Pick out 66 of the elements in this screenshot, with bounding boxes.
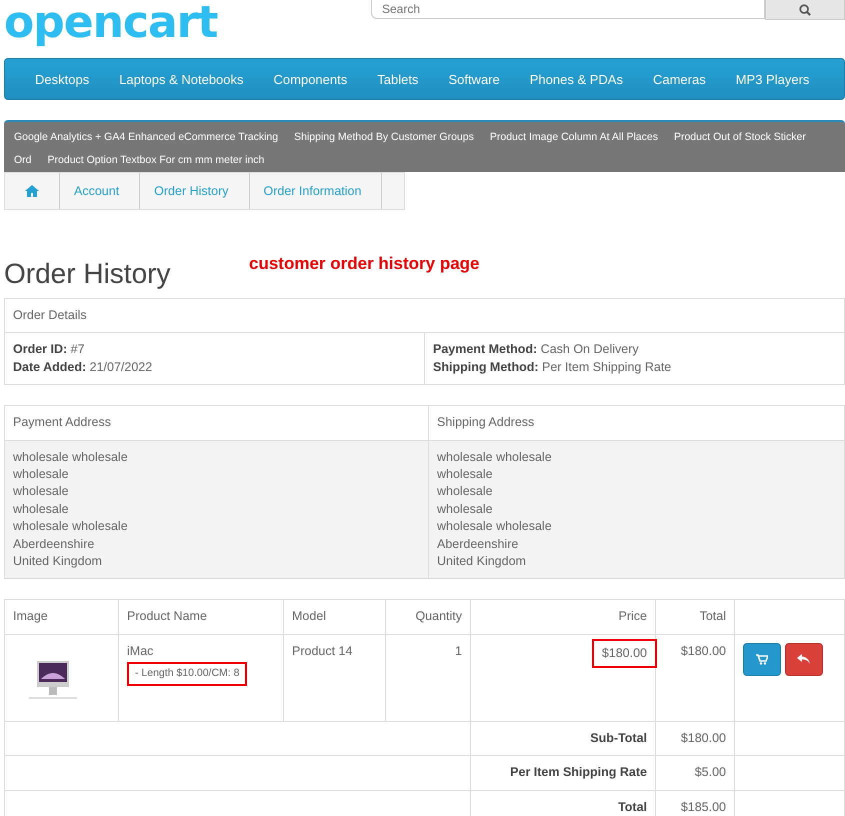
module-link[interactable]: Product Image Column At All Places (480, 126, 665, 149)
column-header: Total (700, 609, 726, 624)
store-logo[interactable]: opencart (4, 0, 371, 46)
address-line: wholesale wholesale (437, 448, 553, 466)
module-link[interactable]: Google Analytics + GA4 Enhanced eCommerce Tracking (5, 126, 286, 149)
address-line: wholesale (13, 483, 70, 500)
detail-line: Order ID: #7 (13, 341, 86, 358)
module-link[interactable]: Shipping Method By Customer Groups (285, 126, 481, 149)
search-button[interactable] (765, 0, 845, 20)
menu-link[interactable]: MP3 Players (720, 72, 824, 86)
menu-link[interactable]: Components (258, 72, 362, 86)
column-header: Product Name (127, 609, 207, 624)
home-icon[interactable] (25, 185, 39, 197)
address-line: wholesale (437, 466, 494, 484)
address-line: wholesale (13, 466, 70, 484)
column-header: Image (13, 609, 48, 624)
column-header: Quantity (415, 609, 462, 624)
cart-icon (756, 654, 768, 665)
menu-link[interactable]: Cameras (638, 72, 721, 86)
address-line: United Kingdom (13, 553, 103, 570)
table-header: Order Details (4, 298, 844, 333)
address-line: wholesale (437, 500, 494, 518)
menu-link[interactable]: Desktops (20, 72, 104, 86)
menu-link[interactable]: Phones & PDAs (514, 72, 638, 86)
product-name[interactable]: iMac (127, 642, 275, 660)
address-line: wholesale wholesale (13, 518, 129, 536)
address-line: wholesale wholesale (437, 518, 553, 536)
search-icon (798, 4, 812, 16)
column-header: Price (618, 609, 647, 624)
breadcrumb-link[interactable]: Order Information (264, 184, 362, 198)
breadcrumb-link[interactable]: Order History (154, 184, 228, 198)
table-cell: $180.00 (680, 730, 726, 745)
table-cell: $180.00 (680, 644, 726, 658)
detail-line: Payment Method: Cash On Delivery (433, 341, 640, 358)
address-line: wholesale (437, 483, 494, 500)
table-cell: 1 (455, 644, 462, 658)
column-header: Payment Address (4, 406, 428, 440)
breadcrumb-link[interactable]: Account (74, 184, 120, 198)
table-cell: $185.00 (680, 800, 726, 814)
return-button[interactable] (785, 642, 823, 676)
search-field[interactable]: Search (371, 0, 765, 19)
total-label: Sub-Total (590, 730, 647, 745)
reply-arrow-icon (797, 653, 811, 666)
address-line: Aberdeenshire (13, 536, 96, 553)
table-cell: $5.00 (694, 765, 726, 780)
module-link[interactable]: Ord (5, 149, 39, 172)
address-line: wholesale (13, 500, 70, 518)
module-link[interactable]: Product Option Textbox For cm mm meter inch (38, 149, 272, 172)
reorder-button[interactable] (743, 642, 781, 676)
module-link[interactable]: Product Out of Stock Sticker (664, 126, 813, 149)
product-option: - Length $10.00/CM: 8 (127, 662, 248, 686)
address-line: Aberdeenshire (437, 536, 520, 553)
annotation-text: customer order history page (249, 254, 480, 274)
detail-line: Shipping Method: Per Item Shipping Rate (433, 358, 672, 376)
detail-line: Date Added: 21/07/2022 (13, 358, 154, 376)
page-title: Order History (4, 258, 172, 290)
menu-link[interactable]: Software (433, 72, 515, 86)
address-line: wholesale wholesale (13, 448, 129, 466)
address-line: United Kingdom (437, 553, 527, 570)
total-label: Total (618, 800, 647, 814)
total-label: Per Item Shipping Rate (510, 765, 647, 780)
menu-link[interactable]: Laptops & Notebooks (104, 72, 259, 86)
table-cell: Product 14 (292, 644, 352, 658)
column-header: Model (292, 609, 326, 624)
menu-link[interactable]: Tablets (362, 72, 434, 86)
column-header: Shipping Address (428, 406, 844, 440)
